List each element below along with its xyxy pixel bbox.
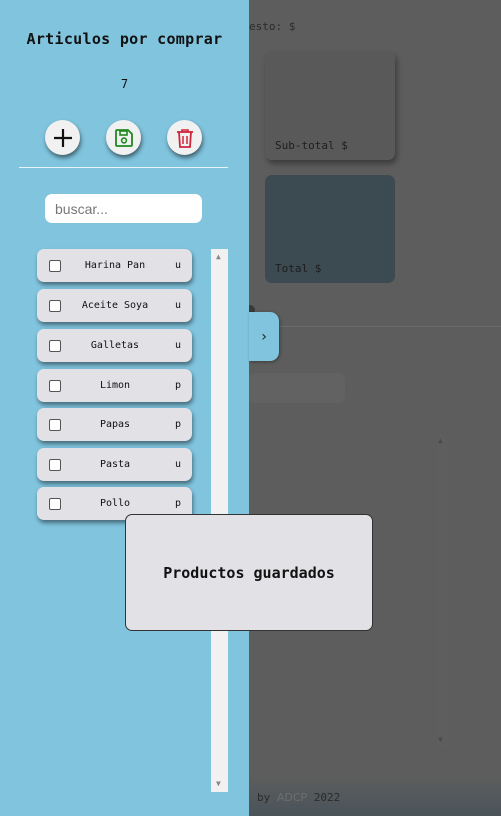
item-checkbox[interactable]	[49, 260, 61, 272]
subtotal-label: Sub-total $	[275, 139, 348, 152]
scroll-up-icon[interactable]: ▲	[216, 253, 221, 261]
main-content: esto: $ Sub-total $ Total $ ▲ ▼	[249, 0, 501, 816]
trash-icon	[176, 128, 193, 148]
scroll-down-icon[interactable]: ▼	[216, 780, 221, 788]
sidebar-title: Articulos por comprar	[26, 30, 223, 48]
total-label: Total $	[275, 262, 322, 275]
presupuesto-label: esto: $	[249, 20, 296, 33]
item-checkbox[interactable]	[49, 498, 61, 510]
delete-button[interactable]	[167, 120, 202, 155]
item-unit: u	[175, 459, 182, 470]
list-item[interactable]: Papas p	[37, 408, 192, 441]
item-unit: p	[175, 419, 182, 430]
sidebar-divider	[19, 167, 228, 168]
item-name: Limon	[99, 380, 131, 391]
item-unit: u	[175, 340, 182, 351]
sidebar-toggle-button[interactable]: ›	[249, 312, 279, 361]
list-item[interactable]: Harina Pan u	[37, 249, 192, 282]
subtotal-card: Sub-total $	[265, 51, 395, 160]
sidebar: Articulos por comprar 7 Harina Pan u	[0, 0, 249, 816]
item-checkbox[interactable]	[49, 300, 61, 312]
item-name: Galletas	[90, 340, 140, 351]
main-search-input[interactable]	[249, 373, 345, 403]
item-name: Pasta	[99, 459, 131, 470]
item-checkbox[interactable]	[49, 459, 61, 471]
scroll-down-icon[interactable]: ▼	[438, 736, 443, 744]
search-input[interactable]	[45, 194, 202, 223]
toast-notification: Productos guardados	[125, 514, 373, 631]
item-checkbox[interactable]	[49, 340, 61, 352]
item-unit: p	[175, 380, 182, 391]
item-checkbox[interactable]	[49, 419, 61, 431]
add-button[interactable]	[45, 120, 80, 155]
list-item[interactable]: Galletas u	[37, 329, 192, 362]
list-item[interactable]: Pasta u	[37, 448, 192, 481]
plus-icon	[53, 128, 72, 147]
footer-prefix: by	[257, 791, 271, 804]
scroll-up-icon[interactable]: ▲	[438, 437, 443, 445]
floppy-disk-icon	[114, 128, 133, 147]
item-unit: u	[175, 260, 182, 271]
item-unit: u	[175, 300, 182, 311]
toast-message: Productos guardados	[163, 563, 335, 582]
main-divider	[249, 326, 501, 327]
main-scrollbar[interactable]: ▲ ▼	[437, 433, 447, 748]
footer-year: 2022	[313, 791, 341, 804]
item-name: Harina Pan	[84, 260, 146, 271]
chevron-right-icon: ›	[259, 328, 269, 345]
item-checkbox[interactable]	[49, 380, 61, 392]
save-button[interactable]	[106, 120, 141, 155]
list-item[interactable]: Aceite Soya u	[37, 289, 192, 322]
footer-logo: ADCP	[276, 791, 308, 804]
item-count: 7	[120, 77, 129, 91]
list-item[interactable]: Limon p	[37, 369, 192, 402]
footer-credit: by ADCP 2022	[257, 791, 340, 804]
total-card: Total $	[265, 175, 395, 283]
item-name: Papas	[99, 419, 131, 430]
item-name: Aceite Soya	[81, 300, 149, 311]
